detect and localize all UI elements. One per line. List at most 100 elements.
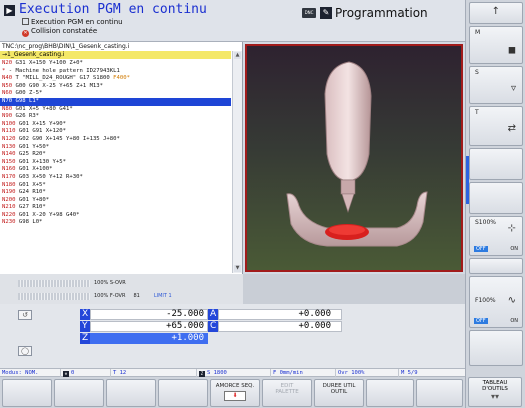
right-softkey-5[interactable] — [469, 148, 523, 180]
status-spindle-value: S 1800 — [207, 370, 227, 376]
block-scan-icon: ⬇ — [224, 391, 246, 401]
datum-icon[interactable]: ◯ — [18, 346, 32, 356]
simulation-canvas[interactable] — [245, 44, 463, 272]
softkey-amorce-seq[interactable]: AMORCE SEQ. ⬇ — [210, 379, 260, 407]
line-code: G02 G90 X+145 Y+80 I+135 J+80* — [15, 135, 120, 142]
feed-override-row: 100% F-OVR 81 LIMIT 1 — [18, 292, 243, 301]
status-override: Ovr 100% — [335, 369, 365, 377]
line-number: N50 — [2, 82, 13, 89]
error-line[interactable]: ✕ Collision constatée — [22, 27, 97, 37]
code-line[interactable]: N100 G01 X+15 Y+90* — [0, 121, 231, 129]
code-line[interactable]: N180 G01 X+5* — [0, 182, 231, 190]
feed-override-text: 100% F-OVR — [94, 293, 126, 299]
programming-mode-label[interactable]: Programmation — [335, 6, 428, 20]
softkey-tool-life[interactable]: DUREE UTIL OUTIL — [314, 379, 364, 407]
code-lines[interactable]: N20 G31 X+150 Y+100 Z+0* * - Machine hole… — [0, 60, 231, 227]
right-softkey-column: ↑ M ◼ S ▿ T ⇄ S100% ⊹ OFF ON F100% ∿ OFF… — [465, 0, 525, 408]
code-line[interactable]: N170 G03 X+50 Y+12 R+30* — [0, 174, 231, 182]
softkey-9[interactable] — [416, 379, 463, 407]
right-softkey-6[interactable] — [469, 182, 523, 214]
tool-change-icon: ⇄ — [507, 123, 516, 134]
softkey-edit-palette[interactable]: EDIT PALETTE — [262, 379, 312, 407]
code-line[interactable]: N110 G01 G91 X+120* — [0, 128, 231, 136]
spindle-dial-icon: ⊹ — [507, 223, 516, 234]
programming-mode-icon[interactable]: ✎ — [320, 7, 332, 19]
line-code: G98 L0* — [15, 219, 43, 226]
t-function-label: T — [475, 109, 479, 116]
line-code: G24 R10* — [15, 189, 46, 196]
code-line[interactable]: N20 G31 X+150 Y+100 Z+0* — [0, 60, 231, 68]
error-text: Collision constatée — [31, 27, 98, 35]
code-line[interactable]: N60 G00 Z-5* — [0, 90, 231, 98]
right-softkey-s[interactable]: S ▿ — [469, 66, 523, 104]
position-row-y: Y +65.000 C +0.000 — [0, 321, 465, 332]
softkey-bar: AMORCE SEQ. ⬇ EDIT PALETTE DUREE UTIL OU… — [0, 377, 465, 408]
line-number: N20 — [2, 60, 13, 66]
softkey-3[interactable] — [106, 379, 156, 407]
softkey-8[interactable] — [366, 379, 414, 407]
line-code: G01 X+5 Y+80 G41* — [12, 105, 73, 112]
right-softkey-m[interactable]: M ◼ — [469, 26, 523, 64]
code-line[interactable]: * - Machine hole pattern ID27943KL1 — [0, 68, 231, 76]
status-bar: Modus: NOM. ⊕ 0 T 12 ZS 1800 F 0mm/min Ov… — [0, 368, 465, 377]
code-line[interactable]: N160 G01 X+100* — [0, 166, 231, 174]
program-listing[interactable]: TNC:\nc_prog\BHB\DIN\1_Gesenk_casting.i … — [0, 42, 243, 274]
code-line[interactable]: N40 T "MILL_D24_ROUGH" G17 S1800 F400* — [0, 75, 231, 83]
scroll-down-icon[interactable]: ▼ — [234, 265, 241, 272]
scroll-up-icon[interactable]: ▲ — [234, 52, 241, 59]
header-bar: ▶ Execution PGM en continu Execution PGM… — [0, 0, 465, 42]
line-number: N200 — [2, 196, 16, 203]
code-line[interactable]: N210 G27 R10* — [0, 204, 231, 212]
code-line[interactable]: N80 G01 X+5 Y+80 G41* — [0, 106, 231, 114]
position-row-x: X -25.000 A +0.000 — [0, 309, 465, 320]
right-softkey-8[interactable] — [469, 258, 523, 274]
line-number: N70 — [2, 97, 13, 104]
code-line[interactable]: N130 G01 Y+50* — [0, 144, 231, 152]
line-number: N140 — [2, 151, 16, 158]
line-code: G01 Y+80* — [15, 196, 50, 203]
right-softkey-10[interactable] — [469, 330, 523, 366]
code-line[interactable]: N150 G01 X+130 Y+5* — [0, 159, 231, 167]
line-number: N220 — [2, 211, 16, 218]
code-line[interactable]: N120 G02 G90 X+145 Y+80 I+135 J+80* — [0, 136, 231, 144]
program-file-tab[interactable]: →1_Gesenk_casting.i — [0, 51, 231, 59]
code-line[interactable]: N190 G24 R10* — [0, 189, 231, 197]
tool-tip — [341, 193, 355, 213]
axis-value-y: +65.000 — [90, 321, 208, 332]
line-code: G98 L1* — [12, 97, 40, 104]
softkey-4[interactable] — [158, 379, 208, 407]
right-softkey-top[interactable]: ↑ — [469, 2, 523, 24]
line-code: G01 X+130 Y+5* — [15, 158, 67, 165]
position-row-z: Z +1.000 — [0, 333, 465, 344]
axis-label-c: C — [208, 321, 218, 332]
line-code: - Machine hole pattern ID27943KL1 — [5, 67, 120, 74]
line-code: G03 X+50 Y+12 R+30* — [15, 173, 83, 180]
code-line[interactable]: N200 G01 Y+80* — [0, 197, 231, 205]
subtitle-line: Execution PGM en continu — [22, 18, 123, 26]
axis-value-z: +1.000 — [90, 333, 208, 344]
spindle-icon: ◼ — [507, 45, 516, 56]
right-softkey-t[interactable]: T ⇄ — [469, 106, 523, 146]
line-code: T "MILL_D24_ROUGH" G17 S1800 — [12, 75, 114, 82]
softkey-outil-label: OUTIL — [330, 389, 348, 395]
program-scrollbar[interactable]: ▲ ▼ — [232, 51, 242, 273]
code-line[interactable]: N50 G00 G90 X-25 Y+65 Z+1 M13* — [0, 83, 231, 91]
feed-on-label: ON — [510, 318, 518, 324]
feed-extra-value: 81 — [133, 293, 140, 299]
code-line[interactable]: N90 G26 R3* — [0, 113, 231, 121]
feed-override-bar — [18, 293, 90, 300]
tool-holder — [324, 61, 372, 181]
line-number: N90 — [2, 113, 13, 120]
softkey-1[interactable] — [2, 379, 52, 407]
code-line[interactable]: N140 G25 R20* — [0, 151, 231, 159]
axis-label-x: X — [80, 309, 90, 320]
code-line[interactable]: N220 G01 X-20 Y+98 G40* — [0, 212, 231, 220]
code-line[interactable]: N230 G98 L0* — [0, 219, 231, 227]
softkey-2[interactable] — [54, 379, 104, 407]
softkey-tool-table[interactable]: TABLEAU D'OUTILS ▾▾ — [468, 377, 522, 407]
simulation-view[interactable] — [243, 42, 465, 274]
line-code: G27 R10* — [15, 204, 46, 211]
spindle-override-softkey[interactable]: S100% ⊹ OFF ON — [469, 216, 523, 256]
code-line[interactable]: N70 G98 L1* — [0, 97, 231, 106]
feed-override-softkey[interactable]: F100% ∿ OFF ON — [469, 276, 523, 328]
